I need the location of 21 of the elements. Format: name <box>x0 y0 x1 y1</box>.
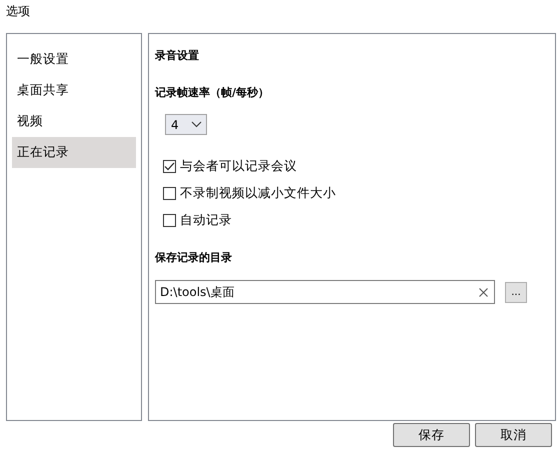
checkbox[interactable] <box>163 214 176 226</box>
sidebar-item[interactable]: 正在记录 <box>12 137 136 168</box>
directory-label: 保存记录的目录 <box>155 251 232 264</box>
window-title: 选项 <box>6 3 31 20</box>
sidebar-item[interactable]: 一般设置 <box>12 44 136 75</box>
checkbox-label: 不录制视频以减小文件大小 <box>180 184 336 202</box>
frame-rate-label: 记录帧速率（帧/每秒） <box>155 86 270 99</box>
checkbox-label: 与会者可以记录会议 <box>180 158 297 174</box>
directory-field[interactable]: D:\tools\桌面 <box>155 280 495 304</box>
checkbox[interactable] <box>163 160 176 172</box>
frame-rate-dropdown[interactable]: 4 <box>165 114 207 135</box>
chevron-down-icon <box>191 121 202 128</box>
checkbox-label: 自动记录 <box>180 212 232 228</box>
checkbox[interactable] <box>163 186 176 200</box>
sidebar-item[interactable]: 桌面共享 <box>12 75 136 106</box>
cancel-button[interactable]: 取消 <box>475 423 552 447</box>
browse-button[interactable]: ... <box>505 282 527 302</box>
clear-icon[interactable] <box>479 288 488 296</box>
save-button[interactable]: 保存 <box>393 423 470 447</box>
section-title: 录音设置 <box>155 48 200 63</box>
sidebar-item[interactable]: 视频 <box>12 106 136 137</box>
